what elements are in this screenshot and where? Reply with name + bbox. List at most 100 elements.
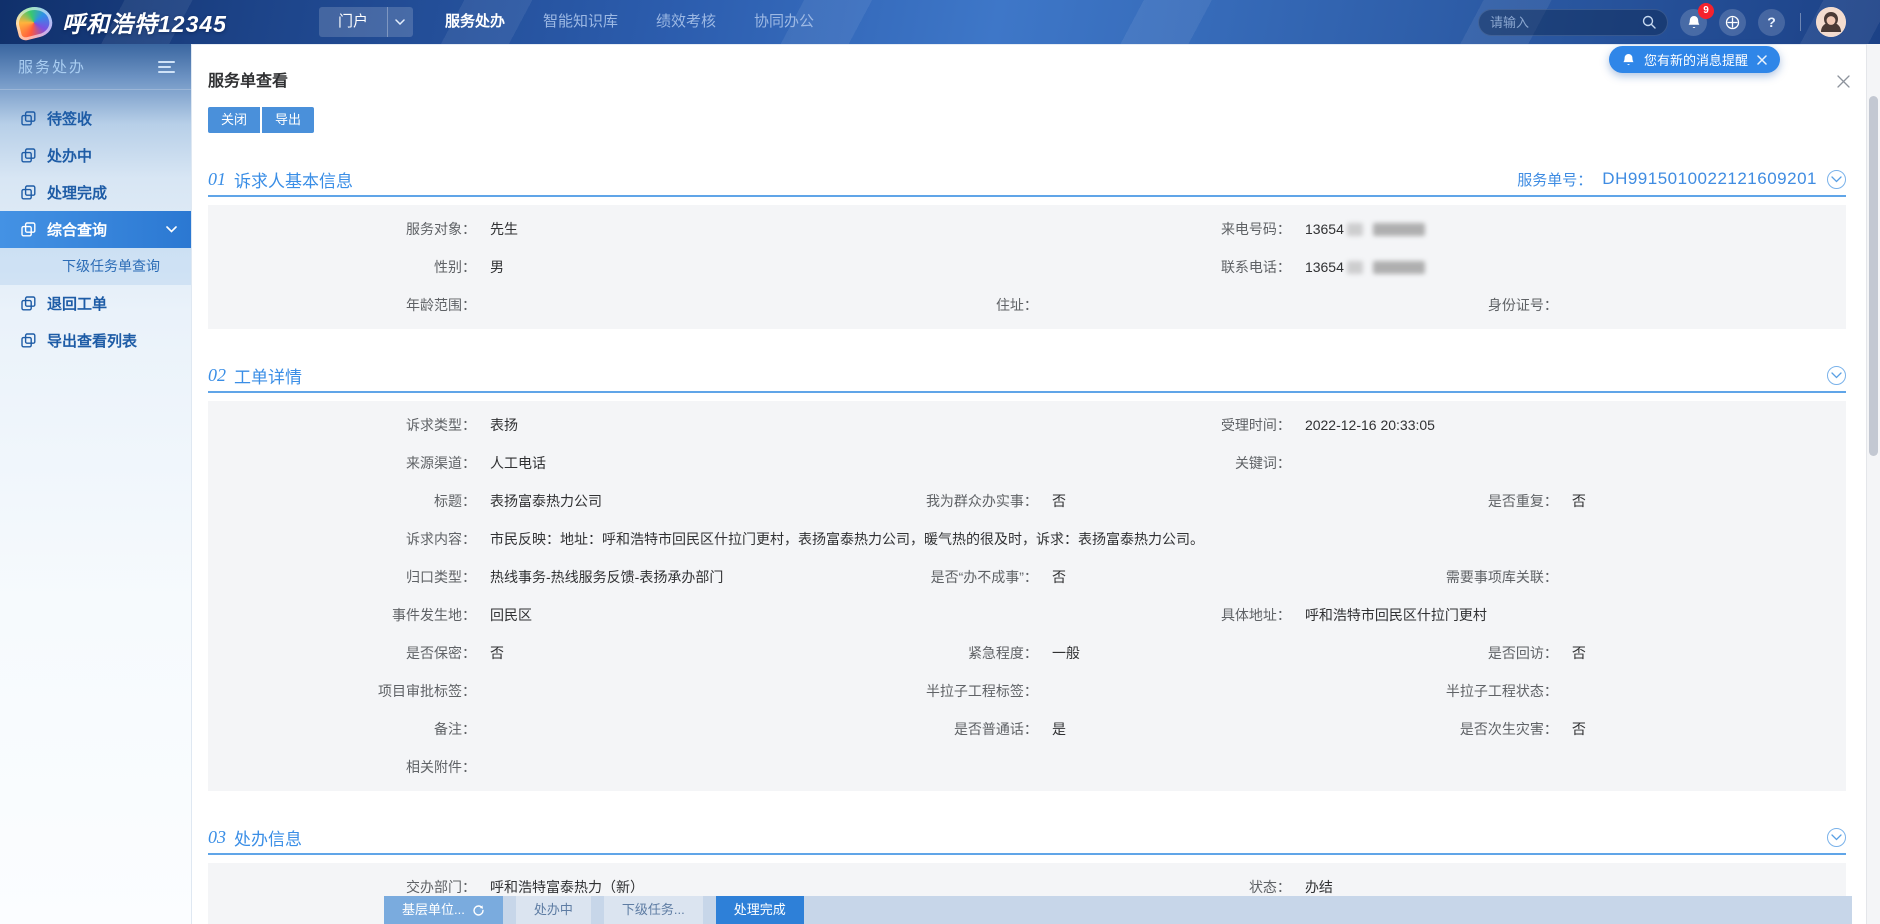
field-label: 需要事项库关联： (1300, 567, 1558, 587)
bottom-tab[interactable]: 基层单位... (384, 896, 503, 924)
field-label: 性别： (208, 257, 476, 277)
field-label: 标题： (208, 491, 476, 511)
document-copy-icon (21, 111, 36, 126)
help-button[interactable]: ? (1758, 9, 1785, 36)
chevron-down-icon (1831, 834, 1842, 841)
field-value: 表扬富泰热力公司 (490, 491, 602, 511)
topbar-nav-item[interactable]: 服务处办 (445, 0, 505, 44)
field: 是否次生灾害： 否 (1300, 719, 1846, 739)
section-number: 03 (208, 827, 226, 848)
message-toast[interactable]: 您有新的消息提醒 (1609, 46, 1780, 73)
export-button[interactable]: 导出 (262, 107, 314, 133)
sidebar-item[interactable]: 处理完成 (0, 174, 191, 211)
menu-collapse-icon[interactable] (156, 57, 177, 77)
field-value: 表扬 (490, 415, 518, 435)
search-input[interactable] (1490, 15, 1634, 30)
bottom-tab[interactable]: 处办中 (516, 896, 591, 924)
field: 是否“办不成事”： 否 (754, 567, 1300, 587)
compass-button[interactable] (1719, 9, 1746, 36)
portal-menu-button[interactable]: 门户 (319, 7, 413, 37)
topbar-nav-item[interactable]: 绩效考核 (656, 0, 716, 44)
chevron-down-icon[interactable] (387, 7, 413, 37)
portal-label[interactable]: 门户 (319, 7, 387, 37)
avatar[interactable] (1816, 7, 1846, 37)
section-number: 02 (208, 365, 226, 386)
document-copy-icon (21, 333, 36, 348)
document-copy-icon (21, 296, 36, 311)
field: 身份证号： (1300, 295, 1846, 315)
page-title: 服务单查看 (208, 45, 1846, 91)
field: 需要事项库关联： (1300, 567, 1846, 587)
field-label: 项目审批标签： (208, 681, 476, 701)
user-silhouette-icon (1816, 7, 1846, 37)
field-value: 呼和浩特富泰热力（新） (490, 877, 644, 897)
scrollbar-thumb[interactable] (1869, 96, 1878, 456)
field-row: 诉求类型： 表扬 受理时间： 2022-12-16 20:33:05 (208, 406, 1846, 444)
field-value: 热线事务-热线服务反馈-表扬承办部门 (490, 567, 723, 587)
field-row: 来源渠道： 人工电话 关键词： (208, 444, 1846, 482)
field: 性别： 男 (208, 257, 754, 277)
document-copy-icon (21, 185, 36, 200)
field: 半拉子工程标签： (754, 681, 1300, 701)
topbar-nav-item[interactable]: 智能知识库 (543, 0, 618, 44)
field-value: 一般 (1052, 643, 1080, 663)
field-value: 否 (1572, 491, 1586, 511)
bottom-tab[interactable]: 下级任务... (604, 896, 703, 924)
refresh-icon (472, 904, 485, 917)
field: 紧急程度： 一般 (754, 643, 1300, 663)
section-collapse-button[interactable] (1827, 366, 1846, 385)
sidebar-item[interactable]: 处办中 (0, 137, 191, 174)
panel-close-button[interactable] (1833, 71, 1854, 92)
sidebar-item-label: 退回工单 (47, 293, 107, 314)
field-row: 备注： 是否普通话： 是 是否次生灾害： 否 (208, 710, 1846, 748)
sidebar-item-label: 导出查看列表 (47, 330, 137, 351)
field-label: 联系电话： (754, 257, 1291, 277)
toast-close-button[interactable] (1757, 55, 1767, 65)
field: 是否回访： 否 (1300, 643, 1846, 663)
field: 联系电话： 13654 (754, 257, 1846, 277)
sidebar-item[interactable]: 综合查询 (0, 211, 191, 248)
sidebar-item[interactable]: 退回工单 (0, 285, 191, 322)
sidebar-item[interactable]: 导出查看列表 (0, 322, 191, 359)
chevron-down-icon (1831, 372, 1842, 379)
sidebar-item-label: 综合查询 (47, 219, 107, 240)
field-label: 住址： (754, 295, 1038, 315)
field: 归口类型： 热线事务-热线服务反馈-表扬承办部门 (208, 567, 754, 587)
section-fields: 诉求类型： 表扬 受理时间： 2022-12-16 20:33:05 来源渠道：… (208, 401, 1846, 791)
field-label: 是否次生灾害： (1300, 719, 1558, 739)
section-collapse-button[interactable] (1827, 828, 1846, 847)
bottom-tab[interactable]: 处理完成 (716, 896, 804, 924)
field-label: 诉求类型： (208, 415, 476, 435)
notifications-button[interactable]: 9 (1680, 9, 1707, 36)
sections: 01 诉求人基本信息 服务单号： DH9915010022121609201 服… (208, 163, 1846, 924)
close-icon (1837, 75, 1850, 88)
field: 事件发生地： 回民区 (208, 605, 754, 625)
search-icon[interactable] (1642, 15, 1656, 29)
notification-badge: 9 (1698, 3, 1714, 19)
topbar-nav-item[interactable]: 协同办公 (754, 0, 814, 44)
toast-text: 您有新的消息提醒 (1644, 50, 1748, 69)
field-label: 受理时间： (754, 415, 1291, 435)
field: 交办部门： 呼和浩特富泰热力（新） (208, 877, 754, 897)
topbar-search[interactable] (1478, 9, 1668, 36)
field-label: 来电号码： (754, 219, 1291, 239)
field: 诉求类型： 表扬 (208, 415, 754, 435)
field: 住址： (754, 295, 1300, 315)
main-panel: 服务单查看 关闭 导出 01 诉求人基本信息 服务单号： DH991501002… (192, 44, 1866, 924)
field: 是否保密： 否 (208, 643, 754, 663)
section-collapse-button[interactable] (1827, 170, 1846, 189)
field-value: 办结 (1305, 877, 1333, 897)
field: 是否普通话： 是 (754, 719, 1300, 739)
section-title: 处办信息 (234, 825, 302, 850)
field: 备注： (208, 719, 754, 739)
service-no-label: 服务单号： (1517, 169, 1592, 190)
field-value: 否 (1052, 567, 1066, 587)
sidebar-subitem[interactable]: 下级任务单查询 (0, 248, 191, 285)
sidebar-item[interactable]: 待签收 (0, 100, 191, 137)
field: 项目审批标签： (208, 681, 754, 701)
field-row: 年龄范围： 住址： 身份证号： (208, 286, 1846, 324)
field-row: 诉求内容： 市民反映：地址：呼和浩特市回民区什拉门更村，表扬富泰热力公司，暖气热… (208, 520, 1846, 558)
close-button[interactable]: 关闭 (208, 107, 260, 133)
field-label: 是否保密： (208, 643, 476, 663)
field-label: 半拉子工程标签： (754, 681, 1038, 701)
